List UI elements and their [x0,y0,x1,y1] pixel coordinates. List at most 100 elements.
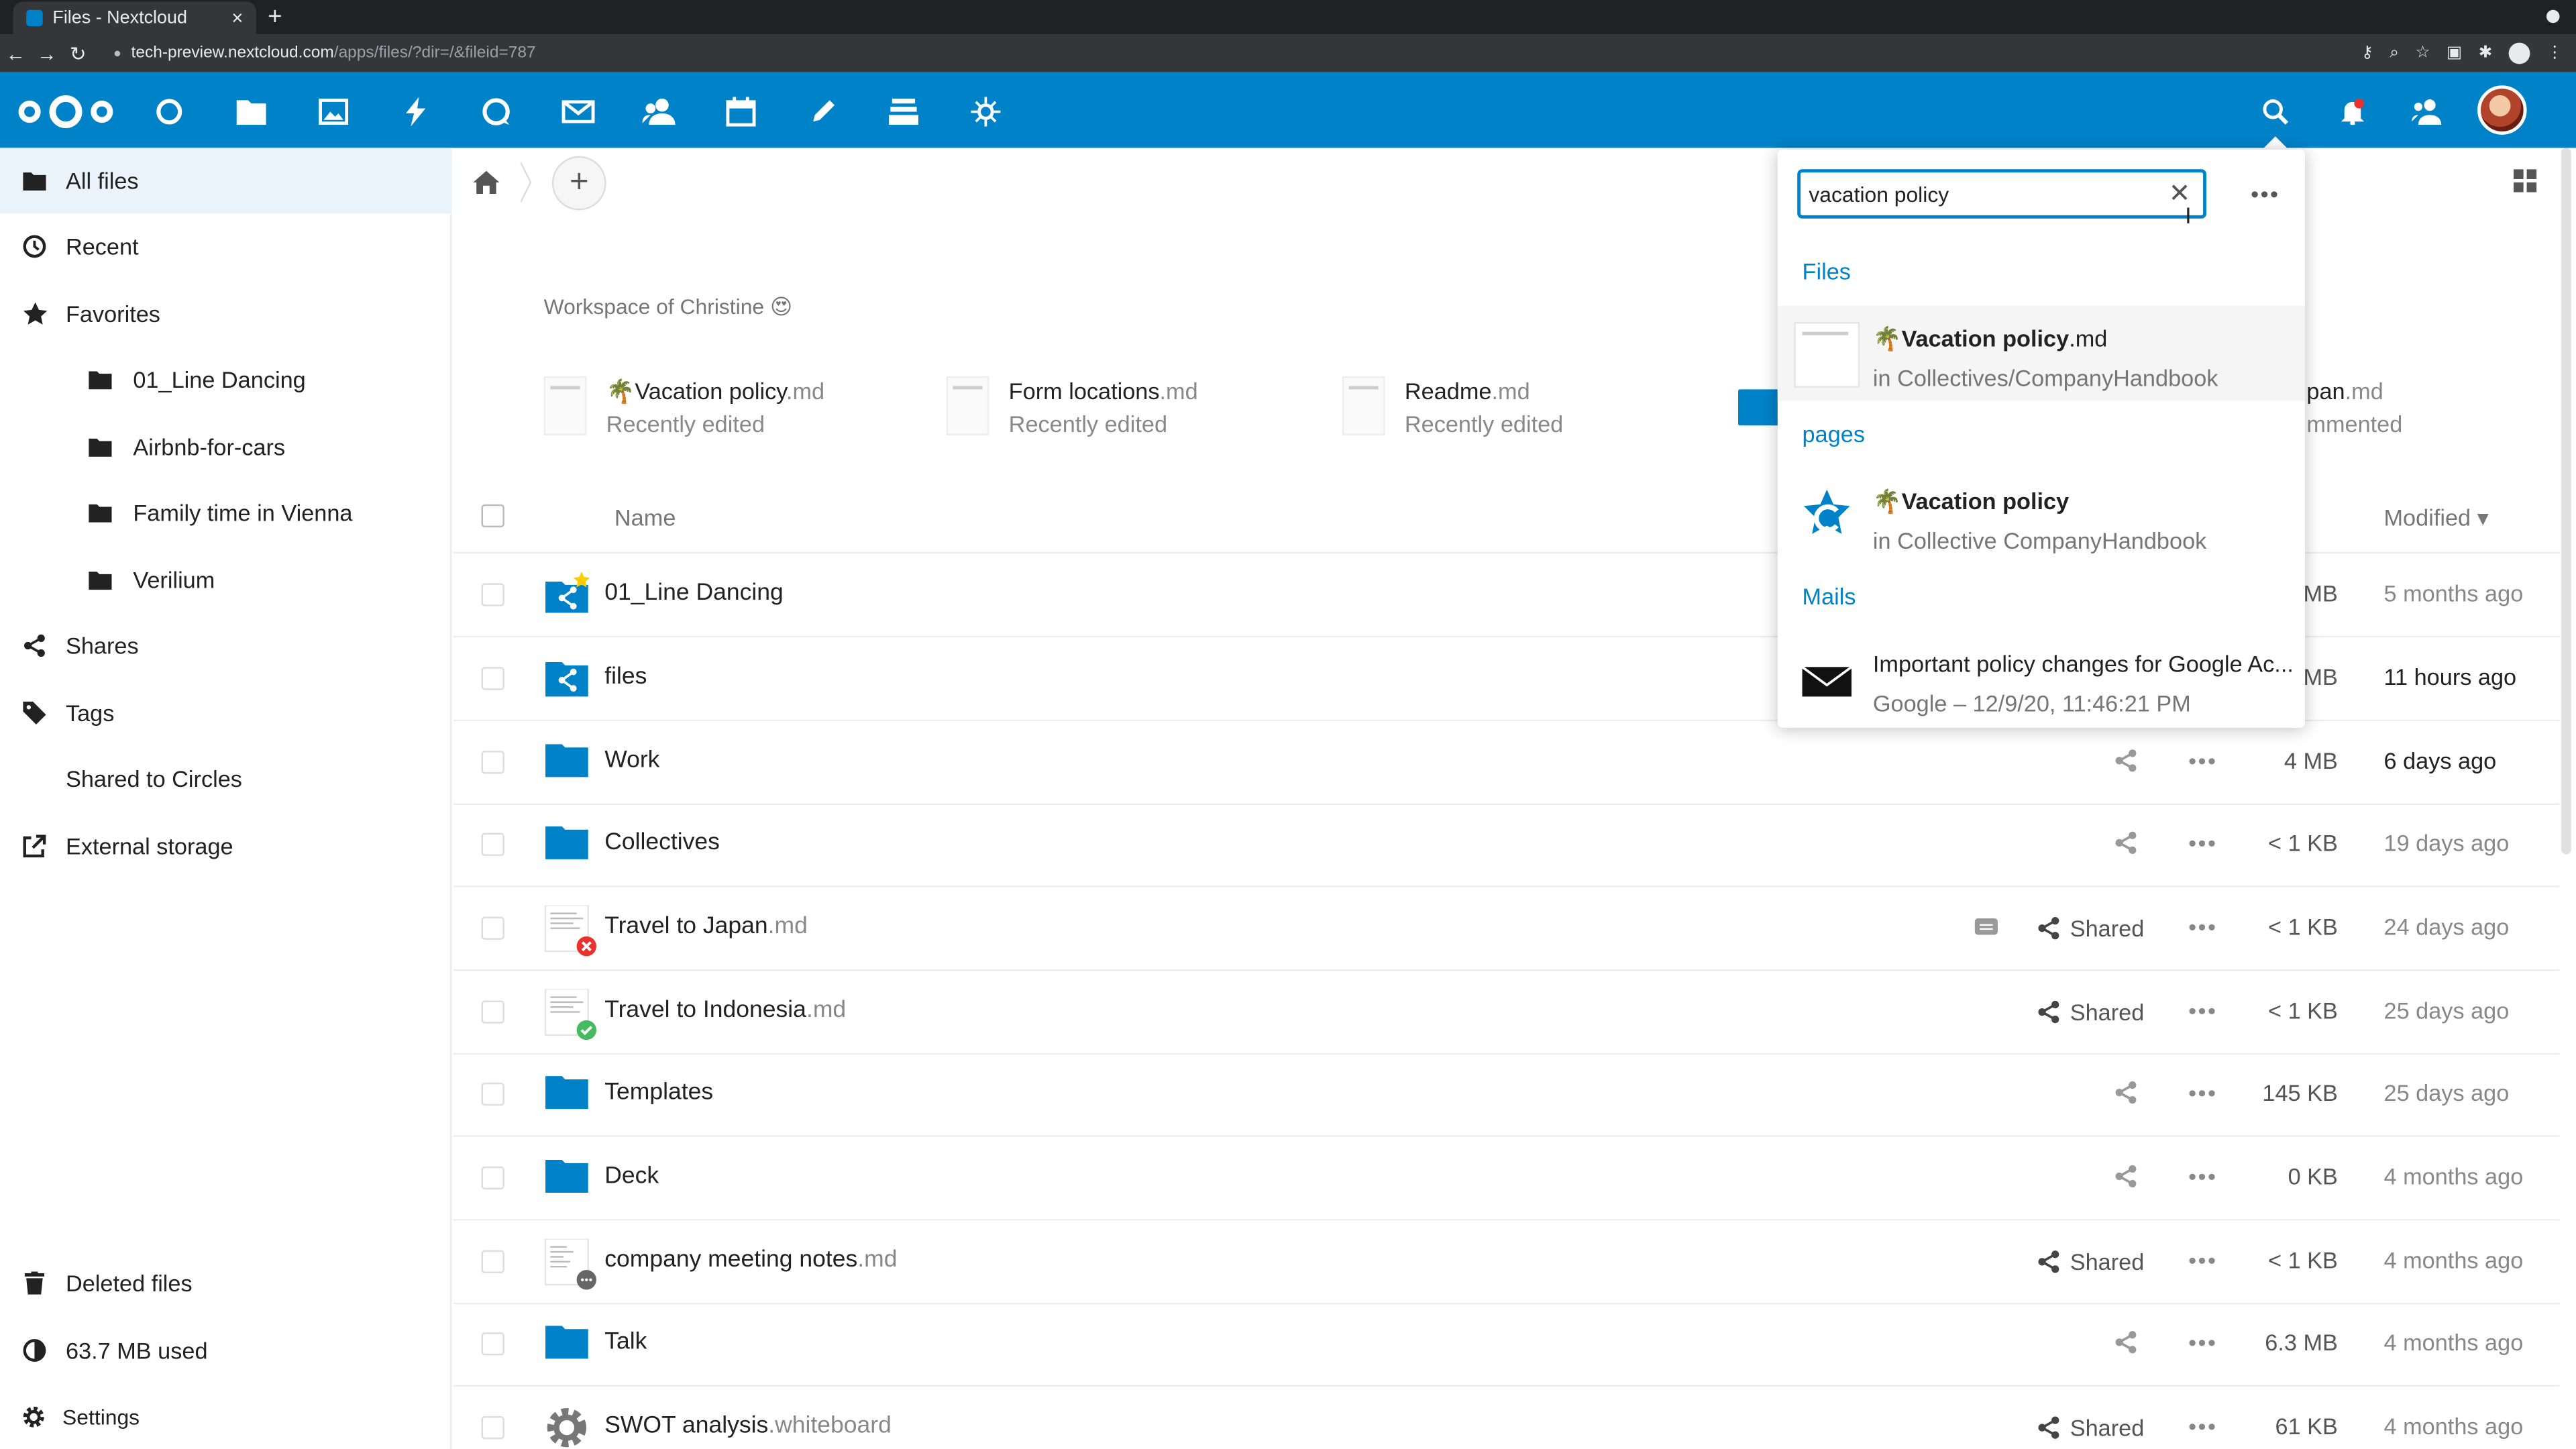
row-checkbox[interactable] [482,751,504,773]
zoom-icon[interactable]: ⌕ [2390,44,2399,62]
extension-icon[interactable]: ▣ [2447,44,2462,62]
share-action-icon[interactable] [2114,1331,2137,1354]
share-action-icon[interactable] [2114,1081,2137,1104]
file-row[interactable]: Collectives ••• < 1 KB 19 days ago [453,804,2560,888]
recent-file-card[interactable]: Form locations.md Recently edited [947,376,1198,442]
home-icon[interactable] [473,171,499,194]
file-row[interactable]: SWOT analysis.whiteboard Shared ••• 61 K… [453,1387,2560,1449]
calendar-app-icon[interactable] [723,94,759,130]
sidebar-item-tags[interactable]: Tags [0,680,451,746]
sidebar-item-external-storage[interactable]: External storage [0,813,451,879]
sidebar-item-favorites[interactable]: Favorites [0,281,451,347]
notifications-bell-icon[interactable] [2334,94,2371,130]
sidebar-item-all-files[interactable]: All files [0,148,451,213]
comment-icon[interactable] [1975,918,1998,938]
sidebar-item-favorite-family-time-in-vienna[interactable]: Family time in Vienna [0,480,451,545]
nextcloud-logo-icon[interactable] [18,92,113,131]
recent-file-card[interactable]: Readme.md Recently edited [1342,376,1563,442]
row-checkbox[interactable] [482,917,504,940]
row-checkbox[interactable] [482,583,504,606]
sidebar-item-settings[interactable]: Settings [0,1383,451,1449]
row-actions-menu[interactable]: ••• [2188,747,2217,773]
row-checkbox[interactable] [482,833,504,856]
activity-app-icon[interactable] [398,94,434,130]
reload-icon[interactable]: ↻ [62,42,94,64]
share-action-icon[interactable] [2114,1165,2137,1187]
page-scrollbar[interactable] [2561,148,2571,854]
profile-icon[interactable] [2509,43,2530,64]
contacts-menu-icon[interactable] [2408,94,2445,130]
file-name[interactable]: files [604,663,647,690]
new-tab-button[interactable]: + [268,3,282,32]
circles-app-icon[interactable] [967,94,1004,130]
row-checkbox[interactable] [482,1083,504,1106]
deck-app-icon[interactable] [885,94,922,130]
sidebar-item-recent[interactable]: Recent [0,213,451,279]
sidebar-item-favorite-verilium[interactable]: Verilium [0,547,451,613]
file-name[interactable]: Work [604,747,659,773]
dashboard-app-icon[interactable] [151,94,187,130]
sidebar-item-favorite-01-line-dancing[interactable]: 01_Line Dancing [0,347,451,413]
file-row[interactable]: Deck ••• 0 KB 4 months ago [453,1137,2560,1221]
tab-close-icon[interactable]: × [231,7,243,30]
file-name[interactable]: company meeting notes.md [604,1247,897,1273]
file-name[interactable]: Collectives [604,830,720,856]
forward-icon[interactable]: → [32,42,63,64]
sidebar-item-shared-to-circles[interactable]: Shared to Circles [0,746,451,812]
back-icon[interactable]: ← [0,42,32,64]
kebab-menu-icon[interactable]: ⋮ [2546,44,2563,62]
shared-indicator[interactable]: Shared [2037,999,2145,1025]
files-app-icon[interactable] [233,94,270,130]
shared-indicator[interactable]: Shared [2037,1415,2145,1441]
share-action-icon[interactable] [2114,831,2137,854]
photos-app-icon[interactable] [315,94,352,130]
file-row[interactable]: Templates ••• 145 KB 25 days ago [453,1053,2560,1137]
row-checkbox[interactable] [482,1000,504,1023]
search-input[interactable]: vacation policy [1797,169,2206,218]
file-name[interactable]: Travel to Japan.md [604,914,808,940]
browser-tab[interactable]: Files - Nextcloud × [13,1,256,34]
shared-indicator[interactable]: Shared [2037,915,2145,941]
search-result[interactable]: 🌴Vacation policy in Collective CompanyHa… [1778,468,2305,564]
file-name[interactable]: Travel to Indonesia.md [604,998,846,1024]
puzzle-icon[interactable]: ✱ [2479,44,2493,62]
row-actions-menu[interactable]: ••• [2188,998,2217,1024]
user-avatar[interactable] [2477,85,2526,134]
row-checkbox[interactable] [482,1250,504,1273]
file-name[interactable]: Talk [604,1329,647,1355]
search-result[interactable]: 🌴Vacation policy.md in Collectives/Compa… [1778,306,2305,401]
bookmark-star-icon[interactable]: ☆ [2415,44,2430,62]
browser-menu-icon[interactable] [2543,7,2563,26]
grid-view-icon[interactable] [2514,169,2536,192]
search-filter-menu[interactable]: ••• [2251,180,2279,207]
recent-file-card-partial[interactable]: pan.md mmented [2306,376,2402,442]
row-actions-menu[interactable]: ••• [2188,1079,2217,1106]
search-result[interactable]: Important policy changes for Google Ac..… [1778,631,2305,726]
file-name[interactable]: 01_Line Dancing [604,580,784,606]
file-name[interactable]: Deck [604,1163,659,1189]
row-actions-menu[interactable]: ••• [2188,1413,2217,1439]
name-column-header[interactable]: Name [614,504,676,531]
file-row[interactable]: Travel to Japan.md Shared ••• < 1 KB 24 … [453,887,2560,971]
row-checkbox[interactable] [482,1332,504,1355]
row-actions-menu[interactable]: ••• [2188,830,2217,856]
contacts-app-icon[interactable] [641,94,677,130]
mail-app-icon[interactable] [560,94,596,130]
file-row[interactable]: Travel to Indonesia.md Shared ••• < 1 KB… [453,971,2560,1055]
sidebar-item-deleted-files[interactable]: Deleted files [0,1250,451,1316]
search-icon[interactable] [2257,94,2294,130]
row-actions-menu[interactable]: ••• [2188,1329,2217,1355]
row-checkbox[interactable] [482,1167,504,1189]
row-checkbox[interactable] [482,667,504,690]
row-checkbox[interactable] [482,1416,504,1439]
share-action-icon[interactable] [2114,749,2137,772]
file-name[interactable]: SWOT analysis.whiteboard [604,1413,892,1439]
key-icon[interactable]: ⚷ [2361,44,2373,62]
row-actions-menu[interactable]: ••• [2188,1163,2217,1189]
recent-file-card[interactable]: 🌴Vacation policy.md Recently edited [544,376,824,442]
notes-app-icon[interactable] [805,94,841,130]
file-row[interactable]: Talk ••• 6.3 MB 4 months ago [453,1303,2560,1387]
new-button[interactable]: + [552,156,606,211]
sidebar-item-shares[interactable]: Shares [0,612,451,678]
row-actions-menu[interactable]: ••• [2188,914,2217,940]
